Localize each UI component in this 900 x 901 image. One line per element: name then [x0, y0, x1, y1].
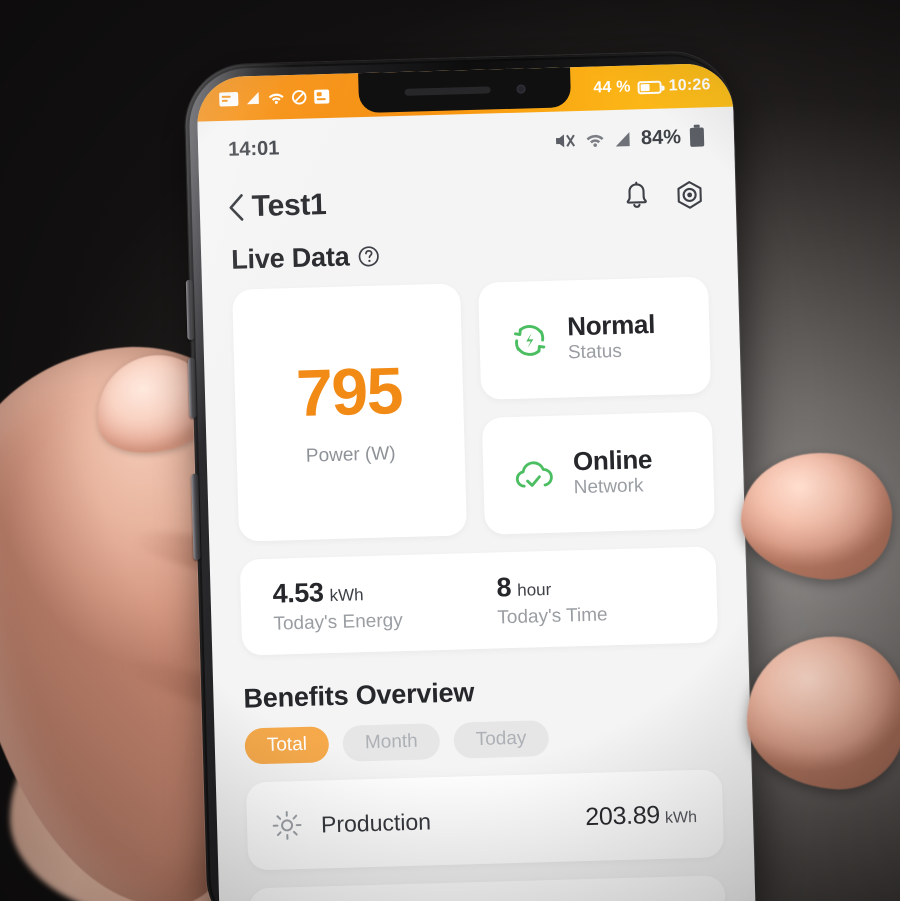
vignette-overlay [0, 0, 900, 901]
photo-scene: 44 % 10:26 14:01 [0, 0, 900, 901]
